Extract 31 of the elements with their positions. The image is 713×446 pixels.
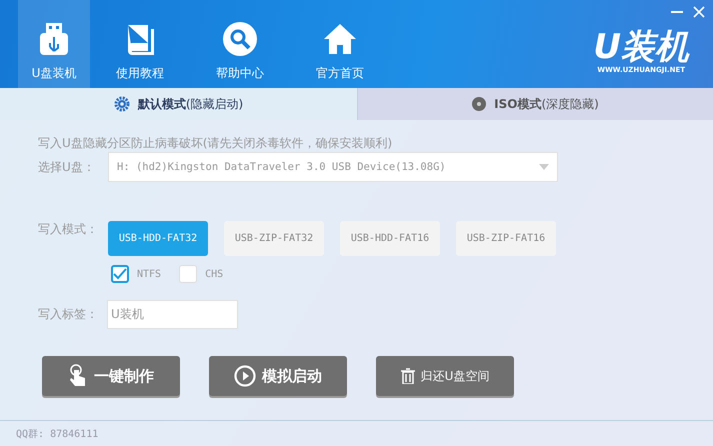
action-button[interactable]: 模拟启动 — [209, 356, 347, 396]
dropdown-caret-icon — [539, 164, 549, 170]
checkbox-label: NTFS — [137, 268, 162, 280]
nav-tab[interactable]: 使用教程 — [90, 0, 190, 88]
field-label: 选择U盘： — [38, 158, 96, 176]
hint-text: 写入U盘隐藏分区防止病毒破坏(请先关闭杀毒软件，确保安装顺利) — [38, 135, 394, 152]
house-icon — [322, 21, 358, 57]
field-label: 写入标签： — [38, 306, 99, 323]
action-button[interactable]: 一键制作 — [42, 356, 180, 396]
status-text: QQ群: 87846111 — [16, 428, 98, 440]
search-icon — [222, 21, 258, 57]
write-mode-option[interactable]: USB-HDD-FAT32 — [108, 221, 208, 256]
action-button[interactable]: 归还U盘空间 — [376, 356, 514, 396]
disk-dropdown[interactable]: H: (hd2)Kingston DataTraveler 3.0 USB Device(13.08G) — [108, 152, 558, 182]
pointing-hand-icon — [68, 364, 88, 388]
play-icon — [234, 365, 256, 387]
write-mode-option[interactable]: USB-ZIP-FAT32 — [224, 221, 324, 256]
gear-icon — [114, 96, 130, 112]
field-label: 写入模式： — [38, 221, 99, 238]
write-mode-option[interactable]: USB-ZIP-FAT16 — [456, 221, 556, 256]
nav-tab[interactable]: 官方首页 — [290, 0, 390, 88]
checkbox[interactable] — [111, 265, 129, 283]
checkbox-label: CHS — [205, 268, 224, 280]
nav-tab[interactable]: U盘装机 — [18, 0, 90, 88]
volume-label-field[interactable]: U装机 — [107, 300, 238, 329]
mode-tab[interactable]: ISO模式(深度隐藏) — [357, 88, 713, 120]
write-mode-option[interactable]: USB-HDD-FAT16 — [340, 221, 440, 256]
disc-icon — [472, 97, 486, 111]
close-icon[interactable] — [693, 6, 705, 18]
trash-icon — [400, 368, 415, 384]
nav-tab[interactable]: 帮助中心 — [190, 0, 290, 88]
